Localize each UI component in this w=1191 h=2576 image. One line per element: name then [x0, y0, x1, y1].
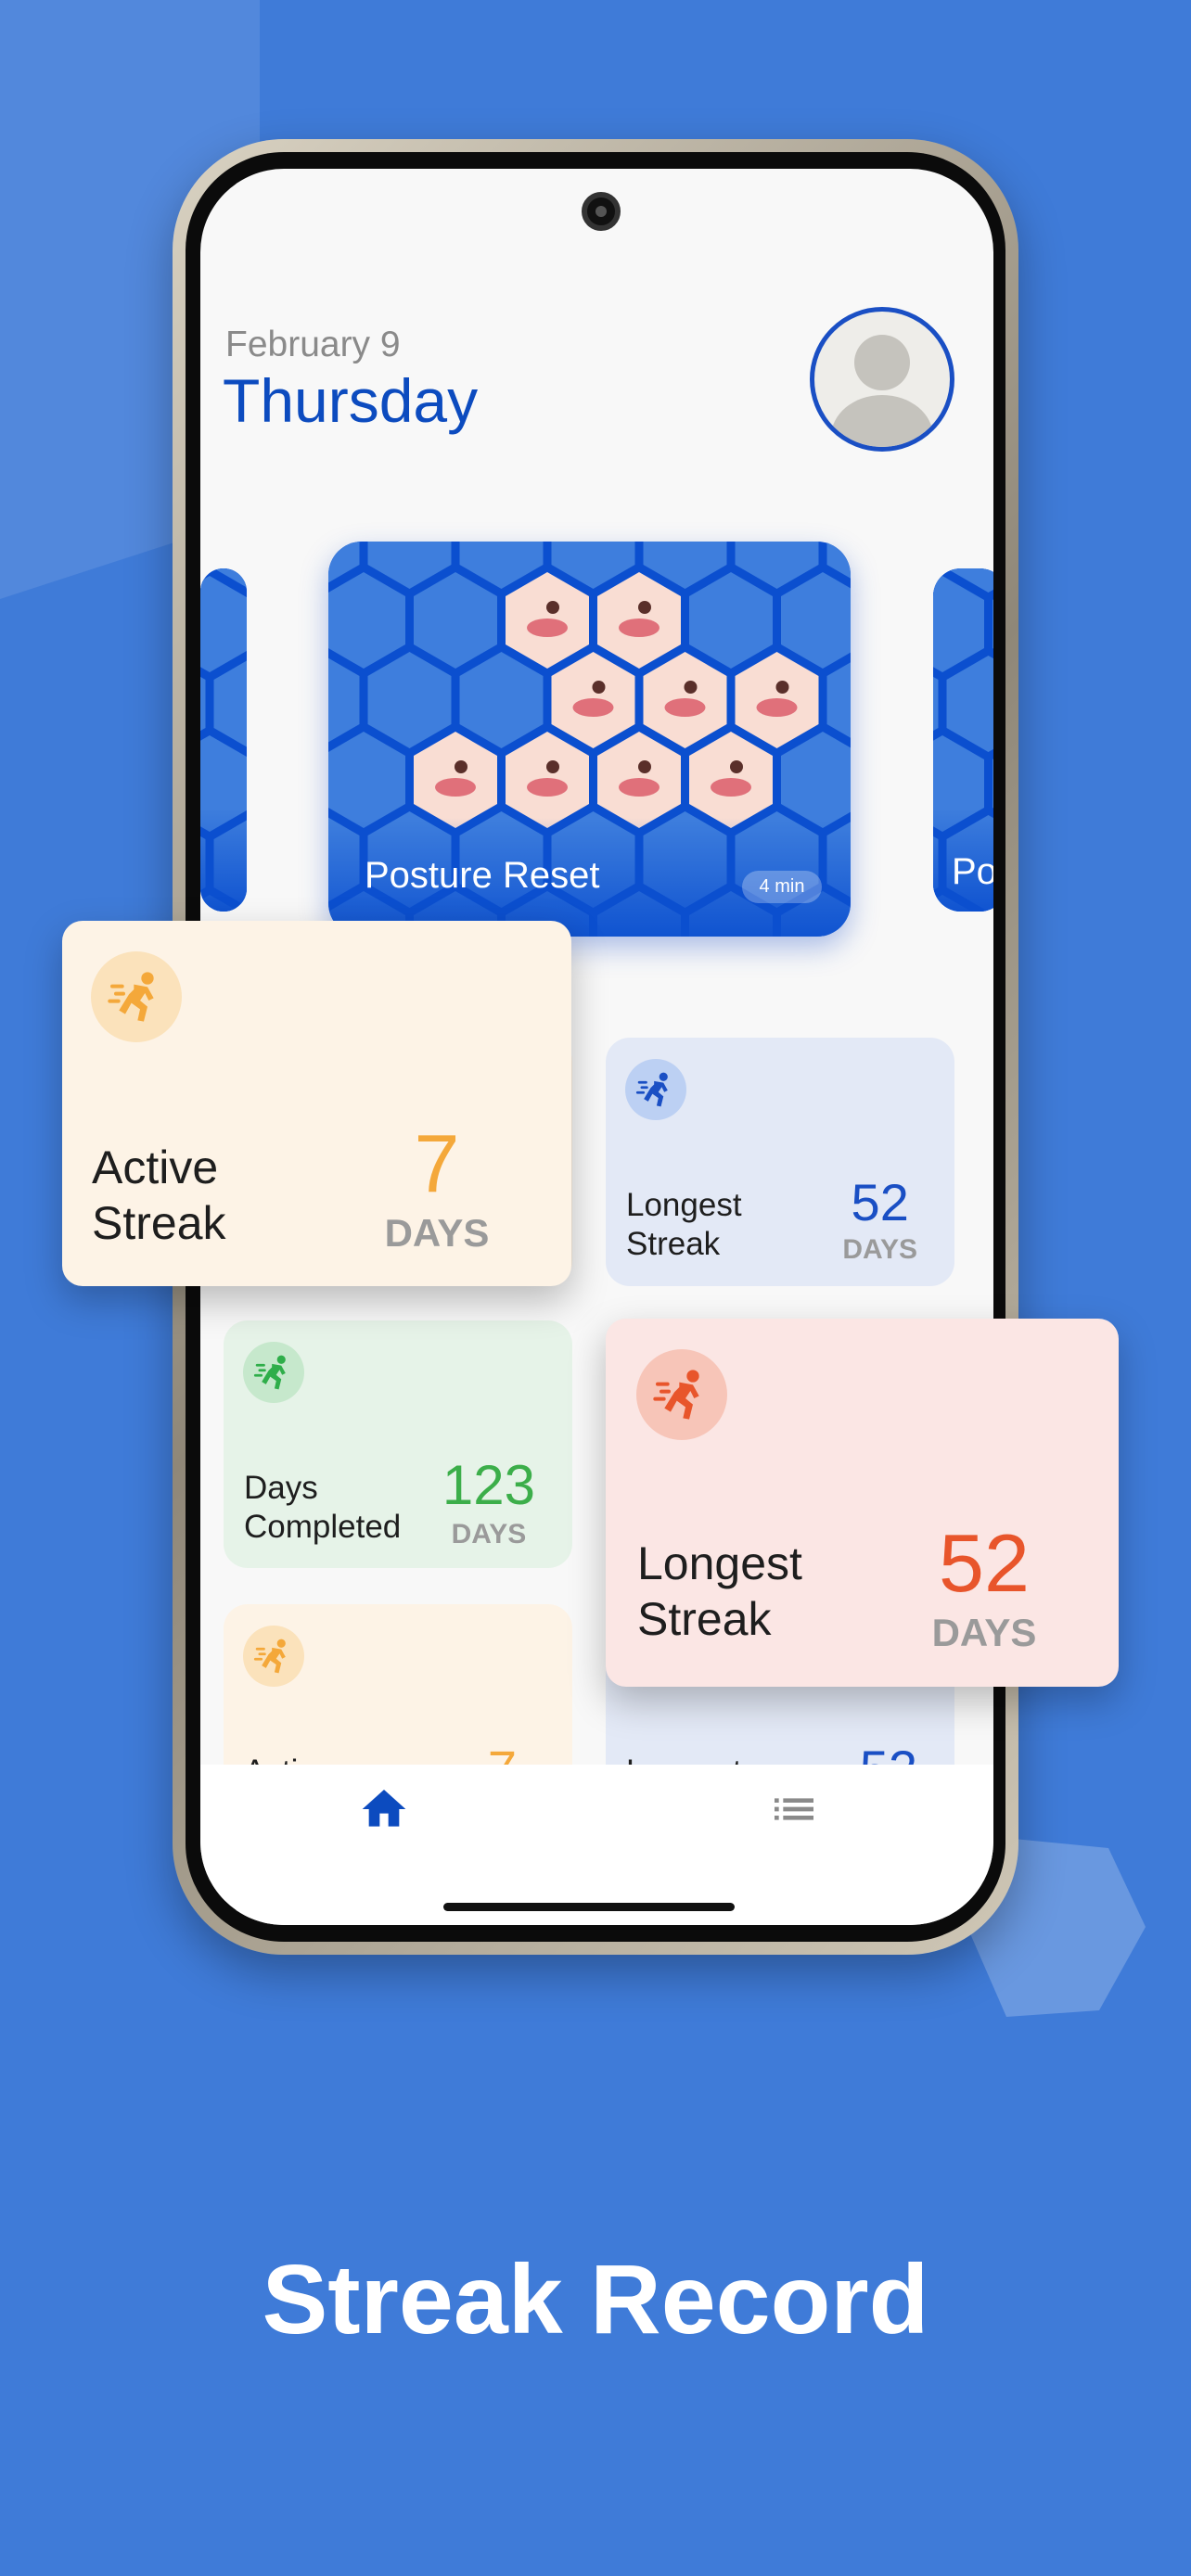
avatar[interactable]: [810, 307, 954, 452]
stat-label: Days: [244, 1470, 318, 1506]
running-icon: [636, 1349, 727, 1440]
front-camera: [582, 192, 621, 231]
workout-card-next[interactable]: Po: [933, 568, 993, 912]
workout-card-title: Po: [952, 851, 993, 892]
workout-card-previous[interactable]: [200, 568, 247, 912]
stat-card-longest-streak[interactable]: Longest Streak 52 DAYS: [606, 1038, 954, 1286]
stat-label: Completed: [244, 1509, 402, 1545]
stat-unit: DAYS: [931, 1611, 1037, 1654]
date-label: February 9: [225, 325, 401, 364]
highlight-card-longest-streak[interactable]: Longest Streak 52 DAYS: [606, 1319, 1119, 1687]
stat-label: Streak: [92, 1197, 226, 1249]
workout-card-title: Posture Reset: [365, 855, 600, 896]
stat-unit: DAYS: [451, 1519, 527, 1549]
user-silhouette-icon: [831, 335, 933, 447]
stat-label: Active: [92, 1141, 219, 1193]
stat-card-days-completed[interactable]: Days Completed 123 DAYS: [224, 1320, 572, 1568]
stat-label: Longest: [626, 1187, 742, 1223]
caption-title: Streak Record: [262, 2245, 929, 2354]
stat-unit: DAYS: [842, 1234, 917, 1265]
running-icon: [625, 1059, 686, 1120]
stat-value: 123: [442, 1454, 535, 1516]
home-icon: [362, 1790, 406, 1827]
home-indicator[interactable]: [443, 1903, 735, 1911]
stat-value: 52: [939, 1517, 1030, 1609]
highlight-card-active-streak[interactable]: Active Streak 7 DAYS: [62, 921, 571, 1286]
stat-label: Streak: [626, 1226, 721, 1262]
stat-value: 52: [851, 1173, 909, 1231]
stat-label: Longest: [637, 1537, 802, 1589]
bottom-nav: [200, 1765, 993, 1925]
running-icon: [243, 1626, 304, 1687]
stat-unit: DAYS: [384, 1211, 490, 1255]
nav-list[interactable]: [768, 1783, 820, 1835]
nav-home[interactable]: [358, 1783, 410, 1835]
running-icon: [243, 1342, 304, 1403]
stat-value: 7: [414, 1117, 460, 1209]
stat-label: Streak: [637, 1593, 772, 1645]
list-icon: [775, 1798, 813, 1820]
running-icon: [91, 951, 182, 1042]
duration-badge: 4 min: [742, 871, 822, 903]
workout-card-posture-reset[interactable]: Posture Reset 4 min: [328, 542, 851, 937]
weekday-title: Thursday: [223, 366, 479, 435]
